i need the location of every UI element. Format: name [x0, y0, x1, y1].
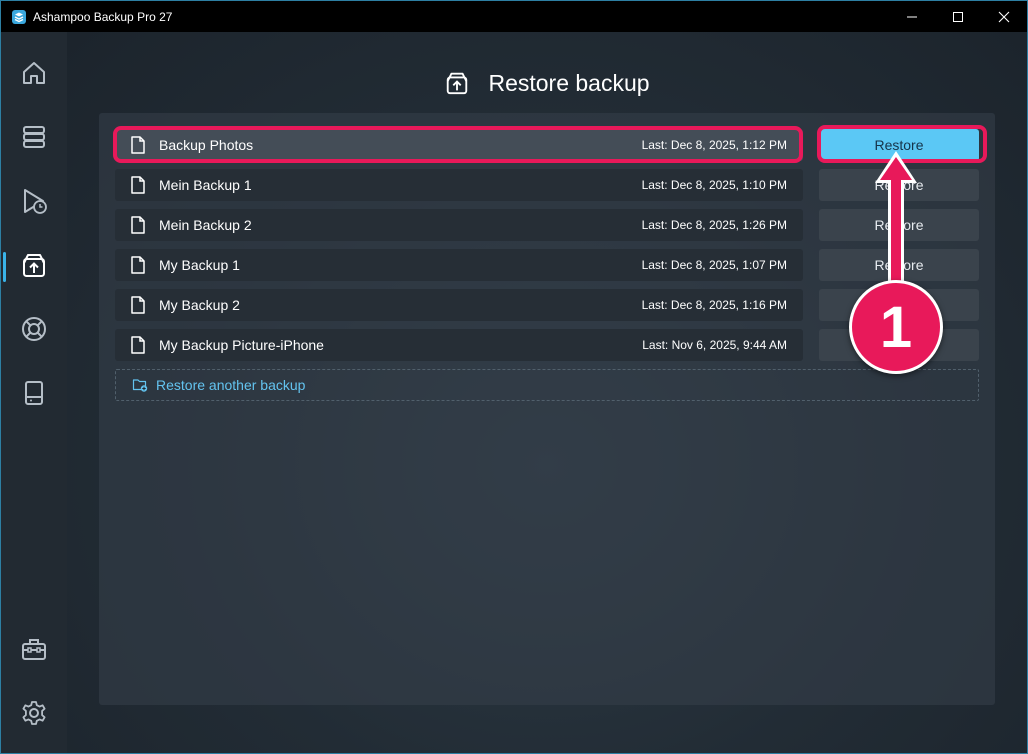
- backup-name: My Backup 2: [159, 297, 240, 313]
- sidebar-item-settings[interactable]: [1, 686, 67, 740]
- file-icon: [130, 176, 146, 194]
- minimize-button[interactable]: [889, 1, 935, 32]
- page-title: Restore backup: [488, 69, 650, 96]
- page-header: Restore backup: [67, 66, 1027, 100]
- annotation-arrow-icon: [875, 151, 917, 289]
- scheduled-backup-icon: [24, 189, 47, 214]
- drive-icon: [25, 381, 43, 405]
- backup-name: My Backup 1: [159, 257, 240, 273]
- sidebar-item-tools[interactable]: [1, 622, 67, 676]
- backup-date: Last: Dec 8, 2025, 1:07 PM: [641, 258, 787, 272]
- backup-date: Last: Dec 8, 2025, 1:16 PM: [641, 298, 787, 312]
- minimize-icon: [907, 16, 917, 17]
- file-icon: [130, 216, 146, 234]
- backup-row[interactable]: My Backup 1 Last: Dec 8, 2025, 1:07 PM: [115, 249, 803, 281]
- backup-name: Mein Backup 2: [159, 217, 252, 233]
- gear-icon: [22, 701, 46, 725]
- folder-add-icon: [132, 377, 148, 393]
- window-title: Ashampoo Backup Pro 27: [33, 9, 173, 24]
- close-button[interactable]: [981, 1, 1027, 32]
- restore-another-backup-link[interactable]: Restore another backup: [115, 369, 979, 401]
- backup-row[interactable]: Backup Photos Last: Dec 8, 2025, 1:12 PM: [115, 129, 803, 161]
- app-logo-icon: [11, 9, 27, 25]
- backup-row[interactable]: Mein Backup 1 Last: Dec 8, 2025, 1:10 PM: [115, 169, 803, 201]
- sidebar-item-home[interactable]: [1, 46, 67, 100]
- backup-list-panel: Backup Photos Last: Dec 8, 2025, 1:12 PM…: [99, 113, 995, 705]
- main-content: Restore backup Backup Photos Last: Dec 8…: [67, 32, 1027, 753]
- app-window: Ashampoo Backup Pro 27 Restore backup Ba…: [0, 0, 1028, 754]
- backup-date: Last: Dec 8, 2025, 1:10 PM: [641, 178, 787, 192]
- backup-row[interactable]: My Backup 2 Last: Dec 8, 2025, 1:16 PM: [115, 289, 803, 321]
- backup-plans-icon: [23, 126, 45, 148]
- sidebar-item-restore[interactable]: [1, 238, 67, 292]
- step-callout: 1: [849, 280, 943, 374]
- file-icon: [130, 336, 146, 354]
- home-icon: [23, 62, 45, 84]
- backup-name: Backup Photos: [159, 137, 254, 153]
- backup-row[interactable]: My Backup Picture-iPhone Last: Nov 6, 20…: [115, 329, 803, 361]
- restore-box-icon: [447, 72, 468, 95]
- file-icon: [130, 296, 146, 314]
- title-bar: Ashampoo Backup Pro 27: [1, 1, 1027, 32]
- maximize-icon: [953, 11, 963, 22]
- sidebar-item-help[interactable]: [1, 302, 67, 356]
- backup-date: Last: Dec 8, 2025, 1:12 PM: [641, 138, 787, 152]
- file-icon: [130, 136, 146, 154]
- sidebar: [1, 32, 67, 753]
- close-icon: [998, 11, 1010, 22]
- backup-name: My Backup Picture-iPhone: [159, 337, 324, 353]
- backup-row[interactable]: Mein Backup 2 Last: Dec 8, 2025, 1:26 PM: [115, 209, 803, 241]
- sidebar-item-drive[interactable]: [1, 366, 67, 420]
- backup-name: Mein Backup 1: [159, 177, 252, 193]
- restore-another-label: Restore another backup: [156, 377, 306, 393]
- file-icon: [130, 256, 146, 274]
- lifebuoy-icon: [22, 317, 46, 341]
- sidebar-item-scheduled[interactable]: [1, 174, 67, 228]
- sidebar-item-backup-plans[interactable]: [1, 110, 67, 164]
- backup-date: Last: Dec 8, 2025, 1:26 PM: [641, 218, 787, 232]
- backup-date: Last: Nov 6, 2025, 9:44 AM: [642, 338, 787, 352]
- restore-box-icon: [23, 254, 45, 277]
- maximize-button[interactable]: [935, 1, 981, 32]
- toolbox-icon: [22, 639, 46, 660]
